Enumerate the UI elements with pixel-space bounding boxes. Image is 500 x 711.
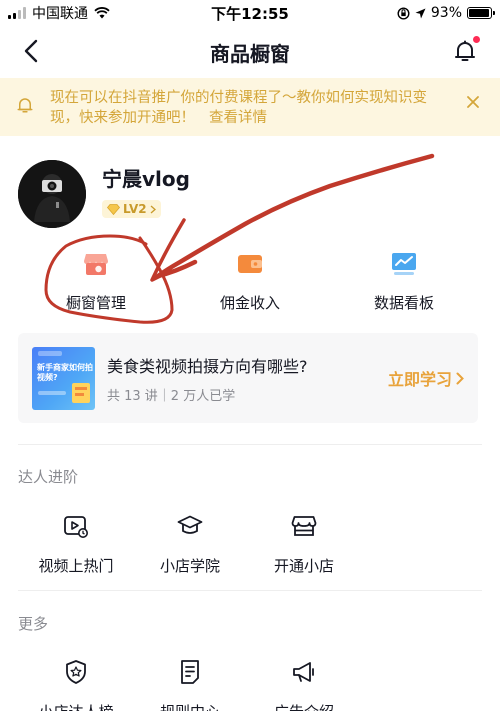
course-card[interactable]: 新手商家如何拍视频? 美食类视频拍摄方向有哪些? 共 13 讲｜2 万人已学 立… <box>18 333 478 423</box>
status-time: 下午12:55 <box>211 4 289 23</box>
megaphone-icon <box>293 662 314 682</box>
location-arrow-icon <box>415 8 426 18</box>
action-label: 数据看板 <box>373 294 434 312</box>
level-label: LV2 <box>123 202 147 217</box>
grid-label: 小店学院 <box>159 557 220 575</box>
status-bar: 中国联通 下午12:55 93% <box>0 0 500 26</box>
status-left: 中国联通 <box>8 3 178 23</box>
grid-item-shop-academy[interactable]: 小店学院 <box>133 513 247 576</box>
thumbnail-caption: 新手商家如何拍视频? <box>37 362 93 382</box>
grid-label: 规则中心 <box>160 701 220 711</box>
action-showcase-management[interactable]: 橱窗管理 <box>19 250 173 313</box>
status-right: 93% <box>322 5 495 21</box>
notification-dot <box>473 36 480 43</box>
diamond-icon <box>107 203 120 215</box>
section-title-more: 更多 <box>18 615 49 633</box>
shop-icon <box>291 516 317 536</box>
section-title-expert: 达人进阶 <box>18 468 79 486</box>
divider <box>18 590 482 591</box>
grid-item-ad-intro[interactable]: 广告介绍 <box>247 659 361 711</box>
battery-percent: 93% <box>430 5 462 21</box>
course-meta: 共 13 讲｜2 万人已学 <box>107 388 236 404</box>
page-title: 商品橱窗 <box>210 41 290 66</box>
grid-item-rules-center[interactable]: 规则中心 <box>133 659 247 711</box>
storefront-icon <box>82 250 110 278</box>
document-icon <box>181 660 199 684</box>
action-commission-income[interactable]: 佣金收入 <box>173 250 327 313</box>
wallet-icon <box>236 250 264 278</box>
bell-icon <box>455 40 475 61</box>
notice-close-button[interactable] <box>462 96 484 108</box>
rotation-lock-icon <box>397 6 410 20</box>
notice-bell-icon <box>16 96 38 118</box>
back-button[interactable] <box>16 36 46 66</box>
wifi-icon <box>94 7 110 19</box>
grid-label: 视频上热门 <box>38 557 114 575</box>
grid-label: 开通小店 <box>273 557 334 575</box>
video-hot-icon <box>64 516 88 538</box>
notice-text: 现在可以在抖音推广你的付费课程了～教你如何实现知识变现，快来参加开通吧！ 查看详情 <box>38 88 462 128</box>
avatar[interactable] <box>18 160 86 228</box>
grid-label: 广告介绍 <box>274 701 334 711</box>
learn-now-label: 立即学习 <box>387 370 452 389</box>
nav-bar: 商品橱窗 <box>0 26 500 78</box>
expert-grid: 视频上热门 小店学院 开通小店 <box>0 513 500 576</box>
close-icon <box>467 96 479 108</box>
graduation-cap-icon <box>177 515 203 534</box>
course-title: 美食类视频拍摄方向有哪些? <box>107 356 308 376</box>
grid-item-shop-expert-ranking[interactable]: 小店达人榜 <box>19 659 133 711</box>
grid-label: 小店达人榜 <box>38 701 113 711</box>
battery-icon <box>467 7 495 19</box>
action-label: 佣金收入 <box>219 294 280 312</box>
course-thumbnail: 新手商家如何拍视频? <box>32 346 95 410</box>
chevron-right-icon <box>456 372 464 384</box>
back-arrow-icon <box>24 39 38 63</box>
grid-item-video-hot[interactable]: 视频上热门 <box>19 513 133 576</box>
divider <box>18 444 482 445</box>
chart-board-icon <box>390 250 418 278</box>
notification-button[interactable] <box>450 36 480 66</box>
course-info: 美食类视频拍摄方向有哪些? 共 13 讲｜2 万人已学 <box>107 353 388 404</box>
notice-banner: 现在可以在抖音推广你的付费课程了～教你如何实现知识变现，快来参加开通吧！ 查看详情 <box>0 78 500 136</box>
main-actions: 橱窗管理 佣金收入 数据看板 <box>0 250 500 313</box>
username: 宁晨vlog <box>102 167 190 192</box>
profile-header: 宁晨vlog LV2 <box>18 160 190 228</box>
profile-info: 宁晨vlog LV2 <box>102 163 190 219</box>
notice-details-link[interactable]: 查看详情 <box>209 110 267 126</box>
level-badge[interactable]: LV2 <box>102 200 161 219</box>
action-data-dashboard[interactable]: 数据看板 <box>327 250 481 313</box>
carrier-name: 中国联通 <box>32 6 88 22</box>
grid-item-open-shop[interactable]: 开通小店 <box>247 513 361 576</box>
star-badge-icon <box>66 660 86 684</box>
signal-icon <box>8 7 26 19</box>
learn-now-button[interactable]: 立即学习 <box>388 366 464 390</box>
more-grid: 小店达人榜 规则中心 广告介绍 <box>0 659 500 711</box>
action-label: 橱窗管理 <box>65 294 126 312</box>
avatar-image <box>18 160 86 228</box>
chevron-right-icon <box>150 205 156 214</box>
